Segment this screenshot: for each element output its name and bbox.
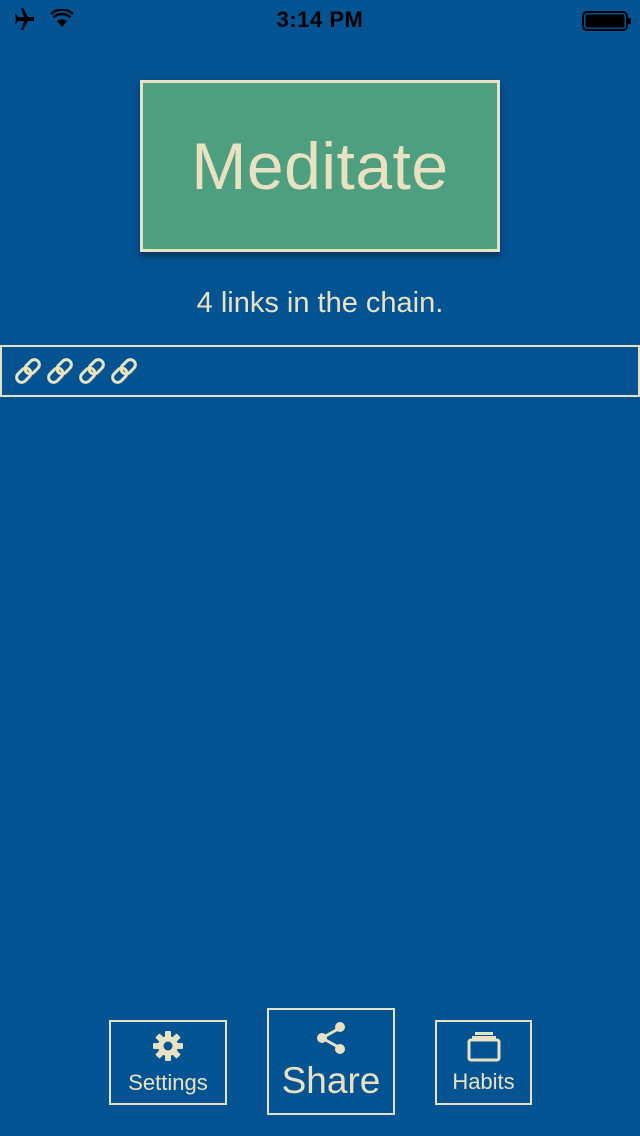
habit-button[interactable]: Meditate: [140, 80, 500, 252]
habits-button[interactable]: Habits: [435, 1020, 532, 1105]
chain-link-icon: [12, 355, 44, 387]
cards-icon: [467, 1030, 501, 1067]
share-label: Share: [281, 1060, 381, 1101]
chain-count-label: 4 links in the chain.: [196, 287, 444, 319]
gear-icon: [151, 1029, 185, 1068]
status-time: 3:14 PM: [276, 7, 364, 32]
chain-link-icon: [108, 355, 140, 387]
chain-link-icon: [76, 355, 108, 387]
status-bar: 3:14 PM: [0, 0, 640, 40]
habits-label: Habits: [452, 1069, 515, 1094]
share-icon: [313, 1021, 349, 1060]
chain-link-icon: [44, 355, 76, 387]
chain-strip: [0, 345, 640, 397]
settings-label: Settings: [128, 1070, 208, 1095]
habit-name: Meditate: [191, 129, 449, 203]
settings-button[interactable]: Settings: [109, 1020, 227, 1105]
share-button[interactable]: Share: [267, 1008, 395, 1115]
battery-icon: [582, 11, 631, 31]
